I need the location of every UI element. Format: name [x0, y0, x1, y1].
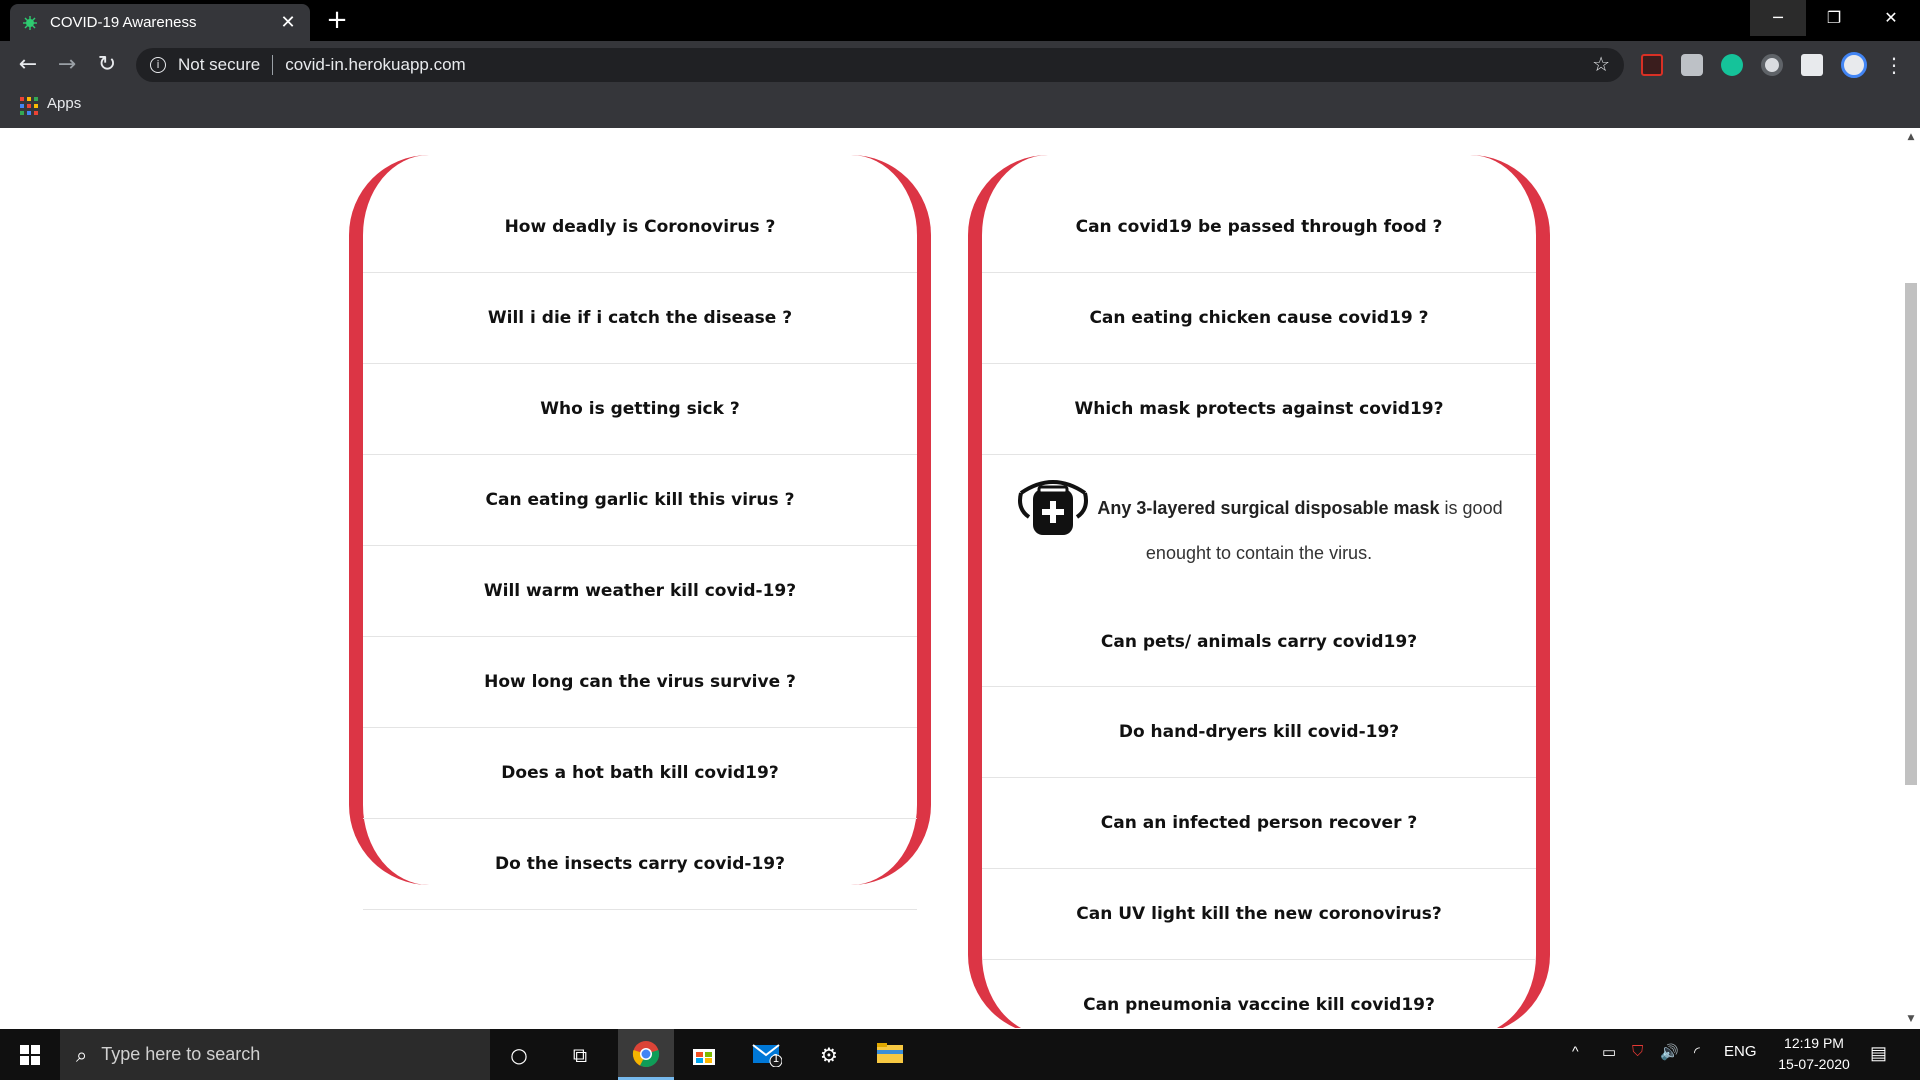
bookmarks-bar: [0, 88, 1920, 128]
settings-gear-icon[interactable]: ⚙: [815, 1041, 843, 1069]
answer-line: Any 3-layered surgical disposable mask i…: [1015, 475, 1503, 541]
profile-avatar[interactable]: [1841, 52, 1867, 78]
windows-start-icon[interactable]: [20, 1045, 40, 1065]
wifi-icon[interactable]: ◜: [1694, 1043, 1700, 1061]
chrome-menu-icon[interactable]: ⋮: [1880, 51, 1908, 79]
taskbar-search[interactable]: ⌕ Type here to search: [60, 1029, 490, 1080]
faq-question[interactable]: Can UV light kill the new coronovirus?: [982, 869, 1536, 960]
info-icon[interactable]: i: [150, 57, 166, 73]
faq-card-right: Can covid19 be passed through food ? Can…: [968, 155, 1550, 1028]
cortana-icon[interactable]: ○: [505, 1041, 533, 1069]
faq-card-left: How deadly is Coronovirus ? Will i die i…: [349, 155, 931, 910]
faq-answer: Any 3-layered surgical disposable mask i…: [982, 455, 1536, 577]
search-placeholder[interactable]: Type here to search: [101, 1044, 260, 1065]
tab-title: COVID-19 Awareness: [50, 14, 197, 31]
faq-question[interactable]: Can an infected person recover ?: [982, 778, 1536, 869]
browser-titlebar: COVID-19 Awareness ✕ + ─ ❐ ✕: [0, 0, 1920, 41]
chrome-icon[interactable]: [632, 1040, 660, 1068]
bookmark-apps[interactable]: Apps: [47, 95, 81, 112]
faq-question[interactable]: How deadly is Coronovirus ?: [363, 182, 917, 273]
window-restore-button[interactable]: ❐: [1806, 0, 1862, 36]
faq-question[interactable]: Can eating chicken cause covid19 ?: [982, 273, 1536, 364]
mail-badge: 1: [772, 1052, 780, 1065]
grammarly-extension-icon[interactable]: [1721, 54, 1743, 76]
notifications-icon[interactable]: ▤: [1870, 1043, 1887, 1064]
answer-text-line2: enought to contain the virus.: [1145, 543, 1373, 563]
file-explorer-icon[interactable]: [876, 1041, 904, 1069]
window-close-button[interactable]: ✕: [1862, 0, 1920, 36]
faq-question[interactable]: Will warm weather kill covid-19?: [363, 546, 917, 637]
puzzle-extensions-icon[interactable]: [1801, 54, 1823, 76]
clock-date: 15-07-2020: [1778, 1056, 1850, 1072]
record-extension-icon[interactable]: [1761, 54, 1783, 76]
faq-question[interactable]: Do hand-dryers kill covid-19?: [982, 687, 1536, 778]
tray-chevron-icon[interactable]: ^: [1572, 1043, 1579, 1059]
clock-time: 12:19 PM: [1784, 1035, 1844, 1051]
windows-taskbar: ⌕ Type here to search ○ ⧉ 1 ⚙ ^ ▭ ⛉ 🔊 ◜ …: [0, 1029, 1920, 1080]
clock[interactable]: 12:19 PM 15-07-2020: [1764, 1033, 1864, 1075]
tab-close-icon[interactable]: ✕: [278, 12, 298, 33]
answer-bold-text: Any 3-layered surgical disposable mask: [1097, 497, 1440, 518]
faq-list-left: How deadly is Coronovirus ? Will i die i…: [363, 182, 917, 910]
faq-question[interactable]: Can pets/ animals carry covid19?: [982, 577, 1536, 687]
faq-question[interactable]: Can covid19 be passed through food ?: [982, 182, 1536, 273]
forward-button[interactable]: →: [53, 51, 81, 79]
faq-question-expanded[interactable]: Which mask protects against covid19?: [982, 364, 1536, 455]
language-indicator[interactable]: ENG: [1724, 1043, 1757, 1060]
faq-list-right: Can covid19 be passed through food ? Can…: [982, 182, 1536, 1028]
url-text[interactable]: covid-in.herokuapp.com: [285, 55, 465, 75]
reload-button[interactable]: ↻: [93, 51, 121, 79]
security-label[interactable]: Not secure: [178, 55, 260, 75]
new-tab-button[interactable]: +: [322, 6, 352, 36]
bookmark-star-icon[interactable]: ☆: [1592, 52, 1610, 76]
page-scrollbar[interactable]: ▲ ▼: [1902, 128, 1920, 1028]
search-icon: ⌕: [76, 1042, 88, 1067]
scrollbar-thumb[interactable]: [1905, 283, 1917, 785]
faq-question[interactable]: Will i die if i catch the disease ?: [363, 273, 917, 364]
faq-question[interactable]: Can pneumonia vaccine kill covid19?: [982, 960, 1536, 1028]
faq-question[interactable]: Who is getting sick ?: [363, 364, 917, 455]
faq-question[interactable]: Do the insects carry covid-19?: [363, 819, 917, 910]
battery-icon[interactable]: ▭: [1602, 1043, 1616, 1061]
address-separator: [272, 55, 274, 75]
answer-text: is good: [1444, 497, 1503, 518]
browser-toolbar: ← → ↻ i Not secure covid-in.herokuapp.co…: [0, 41, 1920, 88]
task-view-icon[interactable]: ⧉: [566, 1041, 594, 1069]
scroll-down-icon[interactable]: ▼: [1902, 1010, 1920, 1028]
faq-question[interactable]: Can eating garlic kill this virus ?: [363, 455, 917, 546]
camera-extension-icon[interactable]: [1681, 54, 1703, 76]
store-icon[interactable]: [690, 1041, 718, 1069]
virus-favicon-icon: [22, 15, 38, 31]
page-content: How deadly is Coronovirus ? Will i die i…: [0, 128, 1902, 1028]
faq-question[interactable]: Does a hot bath kill covid19?: [363, 728, 917, 819]
address-bar[interactable]: i Not secure covid-in.herokuapp.com ☆: [136, 48, 1624, 82]
medical-mask-icon: [1015, 475, 1091, 541]
volume-icon[interactable]: 🔊: [1660, 1043, 1679, 1061]
mcafee-shield-icon[interactable]: ⛉: [1632, 1043, 1643, 1060]
faq-question[interactable]: How long can the virus survive ?: [363, 637, 917, 728]
apps-grid-icon[interactable]: [20, 97, 38, 115]
scroll-up-icon[interactable]: ▲: [1902, 128, 1920, 146]
window-minimize-button[interactable]: ─: [1750, 0, 1806, 36]
pdf-extension-icon[interactable]: [1641, 54, 1663, 76]
browser-tab[interactable]: COVID-19 Awareness ✕: [10, 4, 310, 41]
back-button[interactable]: ←: [14, 51, 42, 79]
